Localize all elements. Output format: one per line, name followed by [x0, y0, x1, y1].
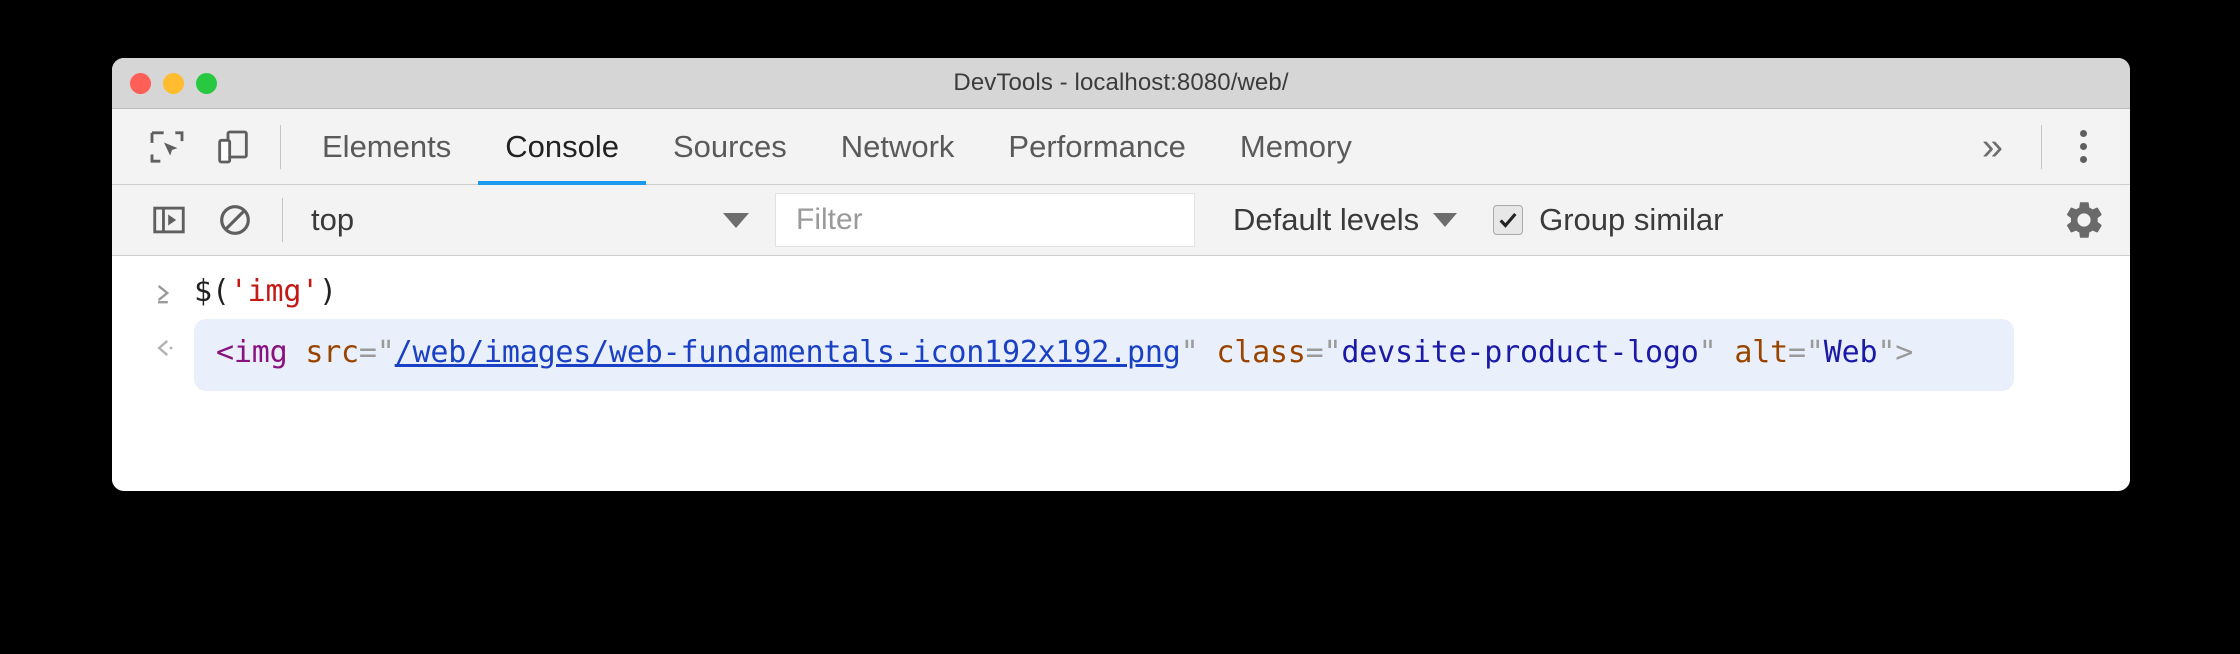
device-toolbar-button[interactable]	[200, 114, 266, 180]
console-result-row: <img src="/web/images/web-fundamentals-i…	[112, 318, 2130, 391]
maximize-window-button[interactable]	[196, 72, 217, 94]
code-suffix: )	[319, 274, 337, 309]
clear-console-icon	[220, 205, 250, 235]
console-input-expression[interactable]: $('img')	[194, 264, 337, 313]
console-input-prompt-gutter	[134, 264, 194, 306]
kebab-dot-1	[2079, 130, 2087, 137]
group-similar-label: Group similar	[1539, 202, 1724, 237]
device-toolbar-icon	[218, 130, 248, 163]
console-result-html: <img src="/web/images/web-fundamentals-i…	[216, 333, 1992, 374]
html-tag-close: >	[1895, 334, 1914, 370]
tab-performance-label: Performance	[1008, 128, 1186, 164]
execution-context-value: top	[311, 202, 355, 237]
log-levels-label: Default levels	[1233, 202, 1420, 237]
console-result-prompt-gutter	[134, 319, 194, 361]
devtools-window: DevTools - localhost:8080/web/ Elements …	[112, 58, 2130, 491]
attr-quote-close-3: "	[1877, 334, 1896, 370]
inspect-element-icon	[150, 130, 184, 163]
space-3	[1717, 335, 1735, 370]
space-2	[1198, 335, 1216, 370]
log-levels-dropdown[interactable]: Default levels	[1233, 202, 1458, 238]
tab-elements-label: Elements	[322, 128, 452, 164]
tab-console[interactable]: Console	[478, 109, 646, 185]
more-tabs-button[interactable]: »	[1958, 128, 2027, 166]
checkmark-icon	[1499, 213, 1517, 228]
tab-performance[interactable]: Performance	[981, 109, 1212, 185]
devtools-tabbar: Elements Console Sources Network Perform…	[112, 109, 2130, 185]
attr-value-alt: Web	[1823, 334, 1878, 370]
tabbar-right-controls: »	[1958, 117, 2130, 177]
customize-devtools-button[interactable]	[2056, 117, 2110, 177]
tab-memory[interactable]: Memory	[1213, 109, 1379, 185]
console-filter-placeholder: Filter	[796, 203, 863, 236]
prompt-chevron-right-icon	[157, 285, 170, 304]
chevron-down-icon	[723, 212, 749, 228]
console-toolbar-divider	[282, 198, 283, 242]
kebab-dot-2	[2079, 143, 2087, 150]
close-window-button[interactable]	[130, 72, 151, 94]
console-settings-button[interactable]	[2062, 198, 2130, 242]
gear-icon	[2066, 202, 2102, 238]
inspect-element-button[interactable]	[134, 114, 200, 180]
console-output-area[interactable]: $('img') <img src="/web/images/web-funda…	[112, 256, 2130, 486]
execution-context-selector[interactable]: top	[297, 193, 767, 247]
tab-console-label: Console	[505, 128, 619, 164]
attr-eq-1: =	[358, 334, 377, 370]
console-input-row[interactable]: $('img')	[112, 264, 2130, 313]
tab-sources-label: Sources	[672, 128, 787, 164]
minimize-window-button[interactable]	[163, 72, 184, 94]
panel-tabs: Elements Console Sources Network Perform…	[295, 109, 1379, 185]
html-tag-open: <img	[216, 334, 288, 370]
tab-network[interactable]: Network	[814, 109, 982, 185]
kebab-dot-3	[2079, 156, 2087, 163]
attr-value-class: devsite-product-logo	[1341, 334, 1699, 370]
tab-memory-label: Memory	[1239, 128, 1352, 164]
attr-quote-close-1: "	[1180, 334, 1199, 370]
window-title: DevTools - localhost:8080/web/	[953, 69, 1289, 96]
attr-eq-2: =	[1305, 334, 1324, 370]
return-value-arrow-icon	[157, 339, 173, 356]
tab-network-label: Network	[840, 128, 955, 164]
attr-quote-open-1: "	[376, 334, 395, 370]
console-sidebar-button[interactable]	[136, 187, 202, 253]
attr-name-class: class	[1216, 334, 1306, 370]
clear-console-button[interactable]	[202, 187, 268, 253]
attr-quote-open-2: "	[1323, 334, 1342, 370]
tab-sources[interactable]: Sources	[646, 109, 814, 185]
attr-quote-open-3: "	[1805, 334, 1824, 370]
tabbar-divider-right	[2041, 124, 2042, 169]
chevron-down-icon	[1433, 213, 1458, 227]
traffic-lights	[130, 58, 217, 108]
console-sidebar-icon	[153, 206, 185, 234]
toolbar-divider	[280, 124, 281, 169]
console-result-object[interactable]: <img src="/web/images/web-fundamentals-i…	[194, 318, 2014, 391]
console-filter-input[interactable]: Filter	[775, 193, 1195, 247]
attr-name-src: src	[305, 334, 359, 370]
space-1	[287, 335, 305, 370]
attr-eq-3: =	[1787, 334, 1806, 370]
tab-elements[interactable]: Elements	[295, 109, 478, 185]
code-prefix: $(	[194, 274, 230, 309]
console-toolbar: top Filter Default levels Group similar	[112, 185, 2130, 256]
group-similar-control[interactable]: Group similar	[1493, 202, 1723, 238]
group-similar-checkbox[interactable]	[1493, 205, 1524, 235]
attr-value-src-link[interactable]: /web/images/web-fundamentals-icon192x192…	[395, 335, 1181, 370]
code-string-literal: 'img'	[229, 274, 320, 309]
window-titlebar: DevTools - localhost:8080/web/	[112, 58, 2130, 109]
attr-quote-close-2: "	[1698, 334, 1717, 370]
attr-name-alt: alt	[1734, 334, 1788, 370]
